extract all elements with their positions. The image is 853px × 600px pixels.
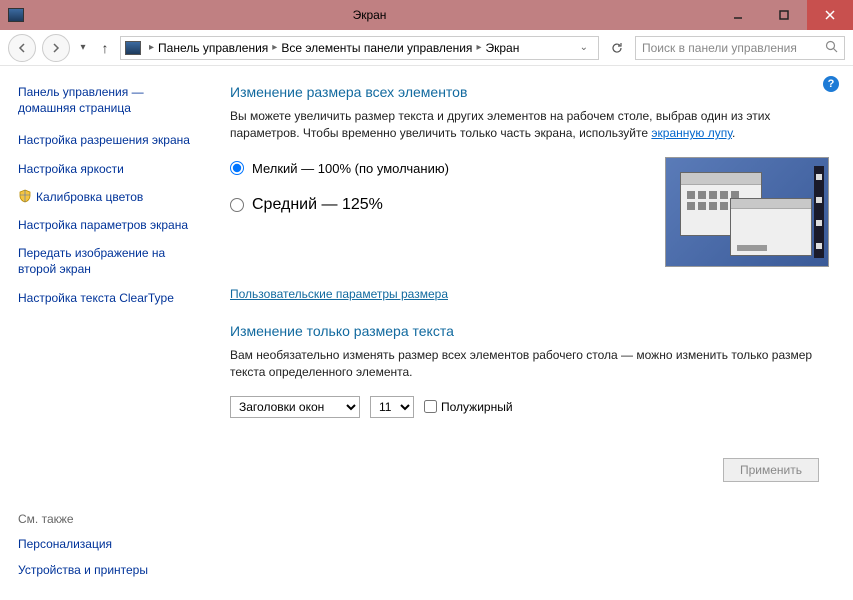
description-1: Вы можете увеличить размер текста и друг… (230, 108, 829, 143)
forward-button[interactable] (42, 34, 70, 62)
element-dropdown[interactable]: Заголовки окон (230, 396, 360, 418)
sidebar-item-params[interactable]: Настройка параметров экрана (18, 217, 188, 233)
custom-size-link[interactable]: Пользовательские параметры размера (230, 287, 448, 301)
shield-icon (18, 189, 32, 203)
sidebar-item-project[interactable]: Передать изображение на второй экран (18, 245, 204, 277)
main-content: Изменение размера всех элементов Вы може… (216, 66, 853, 600)
history-dropdown[interactable]: ▾ (76, 42, 90, 53)
maximize-button[interactable] (761, 0, 807, 30)
refresh-button[interactable] (605, 36, 629, 60)
minimize-icon (732, 9, 744, 21)
radio-medium[interactable]: Средний — 125% (230, 196, 449, 214)
chevron-right-icon: ▸ (145, 42, 158, 53)
search-input[interactable]: Поиск в панели управления (635, 36, 845, 60)
radio-small-input[interactable] (230, 161, 244, 175)
radio-medium-input[interactable] (230, 198, 244, 212)
font-size-dropdown[interactable]: 11 (370, 396, 414, 418)
up-button[interactable]: ↑ (96, 40, 114, 56)
sidebar-home[interactable]: Панель управления — домашняя страница (18, 84, 204, 116)
arrow-left-icon (16, 42, 28, 54)
back-button[interactable] (8, 34, 36, 62)
heading-text-only: Изменение только размера текста (230, 323, 829, 339)
app-icon (8, 8, 24, 22)
location-icon (125, 41, 141, 55)
related-devices[interactable]: Устройства и принтеры (18, 562, 204, 578)
breadcrumb-leaf[interactable]: Экран (485, 41, 519, 55)
magnifier-link[interactable]: экранную лупу (651, 126, 732, 140)
search-placeholder: Поиск в панели управления (642, 41, 797, 55)
breadcrumb-mid[interactable]: Все элементы панели управления (281, 41, 472, 55)
size-radio-group: Мелкий — 100% (по умолчанию) Средний — 1… (230, 157, 449, 234)
heading-resize-all: Изменение размера всех элементов (230, 84, 829, 100)
title-bar: Экран (0, 0, 853, 30)
apply-button[interactable]: Применить (723, 458, 819, 482)
breadcrumb[interactable]: ▸ Панель управления ▸ Все элементы панел… (120, 36, 599, 60)
radio-small[interactable]: Мелкий — 100% (по умолчанию) (230, 161, 449, 176)
close-icon (824, 9, 836, 21)
refresh-icon (610, 41, 624, 55)
breadcrumb-root[interactable]: Панель управления (158, 41, 268, 55)
maximize-icon (778, 9, 790, 21)
window-title: Экран (24, 8, 715, 22)
related-heading: См. также (18, 512, 204, 526)
minimize-button[interactable] (715, 0, 761, 30)
related-personalization[interactable]: Персонализация (18, 536, 204, 552)
search-icon (825, 40, 838, 56)
chevron-right-icon: ▸ (472, 42, 485, 53)
description-2: Вам необязательно изменять размер всех э… (230, 347, 829, 382)
help-icon[interactable]: ? (823, 76, 839, 92)
arrow-right-icon (50, 42, 62, 54)
close-button[interactable] (807, 0, 853, 30)
sidebar-item-calibrate[interactable]: Калибровка цветов (36, 189, 143, 205)
bold-checkbox[interactable] (424, 400, 437, 413)
sidebar: Панель управления — домашняя страница На… (0, 66, 216, 600)
chevron-right-icon: ▸ (268, 42, 281, 53)
preview-image (665, 157, 829, 267)
sidebar-item-resolution[interactable]: Настройка разрешения экрана (18, 132, 190, 148)
toolbar: ▾ ↑ ▸ Панель управления ▸ Все элементы п… (0, 30, 853, 66)
chevron-down-icon[interactable]: ⌄ (574, 42, 594, 53)
sidebar-item-brightness[interactable]: Настройка яркости (18, 161, 124, 177)
bold-checkbox-wrap[interactable]: Полужирный (424, 400, 513, 414)
sidebar-item-cleartype[interactable]: Настройка текста ClearType (18, 290, 174, 306)
